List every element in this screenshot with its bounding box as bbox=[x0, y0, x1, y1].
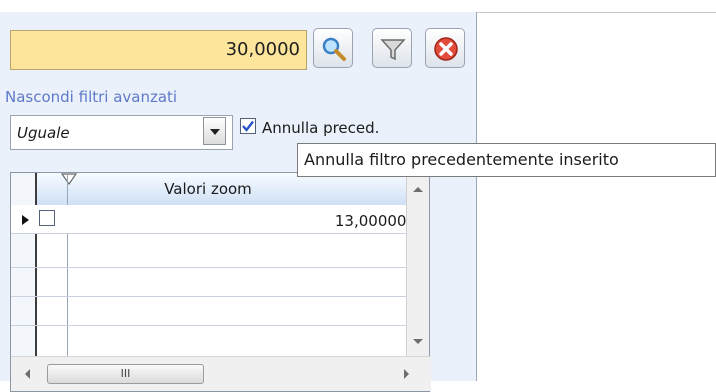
zoom-values-grid: Valori zoom 13,000000 III bbox=[10, 172, 431, 392]
annulla-preced-checkbox[interactable] bbox=[240, 118, 256, 134]
annulla-preced-label: Annulla preced. bbox=[262, 119, 380, 137]
row-value: 13,000000 bbox=[334, 212, 416, 230]
vertical-scrollbar[interactable] bbox=[406, 173, 429, 356]
column-header-valori-zoom[interactable]: Valori zoom bbox=[73, 180, 343, 198]
operator-value: Uguale bbox=[17, 124, 70, 142]
search-button[interactable] bbox=[313, 28, 353, 68]
clear-filter-button[interactable] bbox=[425, 28, 465, 68]
table-row[interactable] bbox=[11, 268, 409, 297]
filter-value-input[interactable]: 30,0000 bbox=[10, 30, 307, 70]
horizontal-scrollbar[interactable]: III bbox=[11, 356, 431, 391]
operator-select[interactable]: Uguale bbox=[10, 115, 233, 150]
table-row[interactable] bbox=[11, 239, 409, 268]
grid-header: Valori zoom bbox=[11, 173, 409, 206]
scroll-left-arrow-icon[interactable] bbox=[23, 368, 31, 380]
scroll-up-arrow-icon[interactable] bbox=[412, 185, 424, 193]
table-row[interactable]: 13,000000 bbox=[11, 205, 416, 234]
operator-dropdown-button[interactable] bbox=[203, 117, 226, 145]
funnel-icon bbox=[380, 39, 406, 61]
table-row[interactable] bbox=[11, 297, 409, 326]
current-row-arrow-icon bbox=[22, 215, 29, 225]
filter-button[interactable] bbox=[372, 28, 412, 68]
horizontal-scroll-thumb[interactable]: III bbox=[47, 364, 204, 384]
filter-panel: 30,0000 Nascondi filtri avanzati Uguale … bbox=[0, 12, 477, 392]
checkmark-icon bbox=[242, 120, 254, 132]
scroll-down-arrow-icon[interactable] bbox=[412, 338, 424, 346]
scroll-right-arrow-icon[interactable] bbox=[403, 368, 411, 380]
hide-advanced-filters-link[interactable]: Nascondi filtri avanzati bbox=[5, 88, 177, 106]
annulla-filter-tooltip: Annulla filtro precedentemente inserito bbox=[297, 143, 716, 177]
row-select-checkbox[interactable] bbox=[39, 210, 55, 226]
magnifier-icon bbox=[322, 37, 346, 61]
red-x-icon bbox=[434, 37, 458, 61]
